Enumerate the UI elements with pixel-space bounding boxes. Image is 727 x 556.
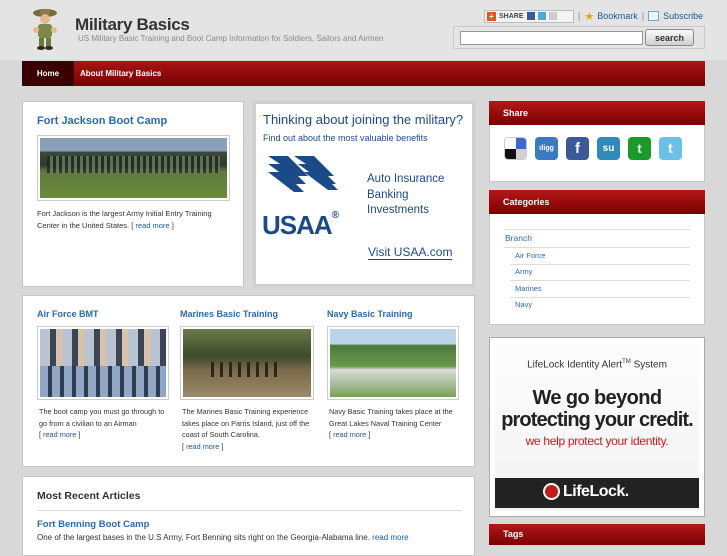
navy-description: Navy Basic Training takes place at the G… [329, 407, 453, 428]
search-box: search [453, 26, 705, 49]
lifelock-ad-body: LifeLock Identity AlertTM System We go b… [495, 343, 699, 511]
lifelock-system-suffix: System [630, 359, 667, 371]
recent-articles: Most Recent Articles Fort Benning Boot C… [22, 476, 475, 556]
usaa-services: Auto Insurance Banking Investments [367, 172, 444, 219]
site-tagline: US Military Basic Training and Boot Camp… [78, 34, 384, 43]
category-air-force[interactable]: Air Force [515, 251, 545, 260]
category-navy[interactable]: Navy [515, 300, 532, 309]
recent-heading: Most Recent Articles [37, 490, 141, 502]
facebook-mini-icon [526, 12, 535, 20]
marines-photo[interactable] [180, 326, 314, 400]
category-divider [510, 280, 690, 281]
recent-article-title[interactable]: Fort Benning Boot Camp [37, 519, 149, 530]
nav-about[interactable]: About Military Basics [80, 61, 161, 86]
technorati-icon[interactable]: t [628, 137, 651, 160]
category-branch[interactable]: Branch [505, 233, 532, 243]
usaa-eagle-icon [268, 156, 338, 192]
featured-article: Fort Jackson Boot Camp Fort Jackson is t… [22, 101, 244, 287]
twitter-icon[interactable]: t [659, 137, 682, 160]
recent-article-description: One of the largest bases in the U.S Army… [37, 533, 370, 542]
airforce-photo[interactable] [37, 326, 169, 400]
top-links: + SHARE | ★ Bookmark | Subscribe [484, 8, 703, 24]
categories-heading: Categories [489, 190, 705, 214]
bookmark-link[interactable]: Bookmark [597, 11, 638, 21]
training-title-marines[interactable]: Marines Basic Training [180, 309, 278, 319]
lifelock-ad[interactable]: LifeLock Identity AlertTM System We go b… [489, 337, 705, 517]
usaa-visit-link[interactable]: Visit USAA.com [368, 245, 453, 260]
search-button[interactable]: search [645, 29, 694, 46]
usaa-service-item: Investments [367, 204, 429, 216]
subscribe-link[interactable]: Subscribe [663, 11, 703, 21]
training-text-navy: Navy Basic Training takes place at the G… [329, 407, 453, 439]
airforce-description: The boot camp you must go through to go … [39, 407, 165, 428]
twitter-mini-icon [537, 12, 546, 20]
rss-envelope-icon [648, 11, 660, 21]
usaa-reg: ® [331, 210, 339, 221]
delicious-icon[interactable] [504, 137, 527, 160]
category-army[interactable]: Army [515, 267, 533, 276]
fort-jackson-photo[interactable] [37, 135, 230, 201]
usaa-headline: Thinking about joining the military? [263, 112, 464, 127]
separator: | [578, 11, 581, 21]
digg-icon[interactable]: digg [535, 137, 558, 160]
usaa-service-item: Auto Insurance [367, 173, 445, 185]
main-nav: Home About Military Basics [22, 61, 705, 86]
lifelock-system: LifeLock Identity AlertTM System [495, 359, 699, 370]
category-divider [510, 297, 690, 298]
lifelock-lock-icon [543, 483, 560, 500]
usaa-service-item: Banking [367, 188, 409, 201]
category-marines[interactable]: Marines [515, 284, 542, 293]
lifelock-tm: TM [622, 359, 631, 365]
facebook-icon[interactable]: f [566, 137, 589, 160]
site-header: Military Basics US Military Basic Traini… [0, 0, 727, 60]
lifelock-line2: protecting your credit. [501, 409, 693, 431]
marines-read-more[interactable]: read more [186, 442, 219, 451]
category-divider [510, 264, 690, 265]
separator: | [641, 11, 645, 21]
drill-sergeant-logo[interactable] [28, 6, 62, 50]
share-heading: Share [489, 101, 705, 125]
usaa-ad[interactable]: Thinking about joining the military? Fin… [253, 101, 475, 287]
featured-description: Fort Jackson is the largest Army Initial… [37, 209, 212, 230]
navy-read-more[interactable]: read more [333, 430, 366, 439]
training-text-airforce: The boot camp you must go through to go … [39, 407, 165, 439]
training-title-navy[interactable]: Navy Basic Training [327, 309, 413, 319]
star-icon: ★ [584, 10, 595, 23]
training-title-airforce[interactable]: Air Force BMT [37, 309, 99, 319]
lifelock-line3: we help protect your identity. [525, 434, 669, 448]
training-text-marines: The Marines Basic Training experience ta… [182, 407, 310, 451]
recent-article-text: One of the largest bases in the U.S Army… [37, 532, 467, 544]
featured-text: Fort Jackson is the largest Army Initial… [37, 208, 232, 231]
airforce-read-more[interactable]: read more [43, 430, 76, 439]
site-title[interactable]: Military Basics [75, 15, 190, 35]
lifelock-brand: LifeLock. [563, 483, 629, 500]
featured-title[interactable]: Fort Jackson Boot Camp [37, 115, 167, 127]
category-divider [504, 247, 690, 248]
stumbleupon-icon[interactable]: su [597, 137, 620, 160]
share-label: SHARE [499, 12, 524, 20]
marines-description: The Marines Basic Training experience ta… [182, 407, 310, 439]
plus-icon: + [487, 11, 496, 21]
usaa-brand: USAA® [262, 210, 339, 241]
tags-heading: Tags [489, 524, 705, 545]
email-mini-icon [548, 12, 557, 20]
trainings-section: Air Force BMT The boot camp you must go … [22, 295, 475, 467]
category-divider [504, 229, 690, 230]
recent-read-more[interactable]: read more [372, 533, 408, 542]
recent-divider [37, 510, 462, 511]
bracket-close: ] [171, 220, 174, 230]
nav-home[interactable]: Home [22, 61, 74, 86]
search-input[interactable] [460, 31, 643, 45]
navy-photo[interactable] [327, 326, 459, 400]
usaa-subline: Find out about the most valuable benefit… [263, 133, 428, 143]
lifelock-line1: We go beyond [532, 387, 662, 409]
usaa-brand-text: USAA [262, 210, 333, 240]
share-button[interactable]: + SHARE [484, 9, 574, 23]
lifelock-system-text: LifeLock Identity Alert [527, 359, 623, 371]
featured-read-more[interactable]: read more [135, 221, 169, 230]
